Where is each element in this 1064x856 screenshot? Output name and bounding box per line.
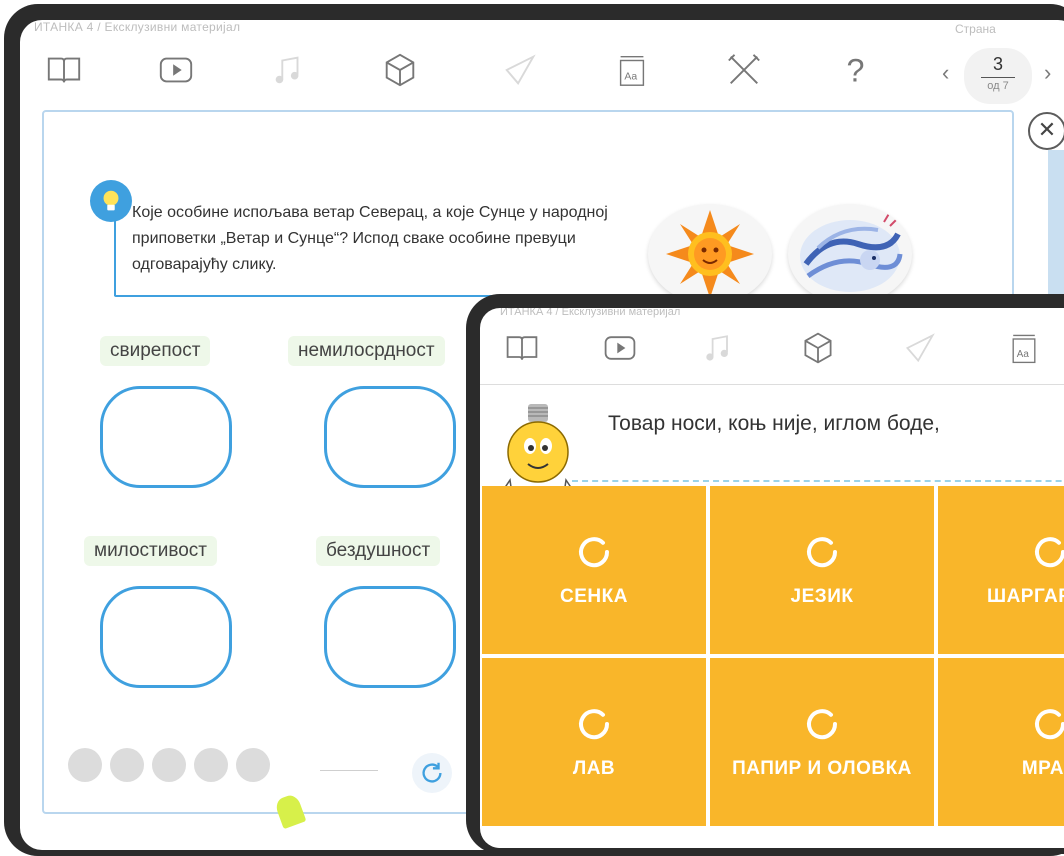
answer-tile[interactable]: СЕНКА: [482, 486, 706, 654]
breadcrumb: ИТАНКА 4 / Ексклузивни материјал: [500, 308, 681, 318]
answer-tile[interactable]: ЛАВ: [482, 658, 706, 826]
word-label[interactable]: милостивост: [84, 536, 218, 566]
refresh-icon: [579, 537, 610, 568]
drop-zone[interactable]: [100, 386, 232, 488]
refresh-icon: [1035, 709, 1064, 740]
page-navigator: ‹ 3 од 7 ›: [942, 48, 1062, 104]
progress-dot: [152, 748, 186, 782]
sun-image[interactable]: [648, 204, 772, 304]
refresh-icon: [807, 537, 838, 568]
refresh-icon: [1035, 537, 1064, 568]
answer-tile[interactable]: МРАВ: [938, 658, 1064, 826]
play-icon[interactable]: [156, 50, 196, 90]
svg-text:Aa: Aa: [624, 72, 637, 83]
progress-dot: [236, 748, 270, 782]
north-wind-image[interactable]: [788, 204, 912, 304]
tools-icon[interactable]: [724, 50, 764, 90]
word-label[interactable]: немилосрдност: [288, 336, 445, 366]
lightbulb-icon: [90, 180, 132, 222]
screen-front: ИТАНКА 4 / Ексклузивни материјал Aa Това…: [480, 308, 1064, 848]
refresh-icon: [579, 709, 610, 740]
instruction-text: Које особине испољава ветар Северац, а к…: [132, 204, 608, 273]
drop-zone[interactable]: [100, 586, 232, 688]
progress-dot: [194, 748, 228, 782]
drop-zone[interactable]: [324, 386, 456, 488]
refresh-icon: [422, 762, 442, 783]
refresh-button[interactable]: [412, 753, 452, 793]
svg-text:Aa: Aa: [1017, 349, 1030, 360]
answer-tile[interactable]: ЈЕЗИК: [710, 486, 934, 654]
text-icon[interactable]: Aa: [612, 50, 652, 90]
drop-zone[interactable]: [324, 586, 456, 688]
geometry-icon: [500, 50, 540, 90]
riddle-text: Товар носи, коњ није, иглом боде,: [608, 412, 940, 435]
help-icon[interactable]: ?: [836, 50, 876, 90]
page-label: Страна: [955, 22, 996, 36]
svg-text:?: ?: [847, 52, 865, 88]
book-icon[interactable]: [502, 328, 542, 368]
page-total: од 7: [987, 80, 1009, 92]
toolbar: Aa ? Страна ‹ 3 од 7 ›: [20, 20, 1064, 110]
cube-icon[interactable]: [798, 328, 838, 368]
close-button[interactable]: ✕: [1028, 112, 1064, 150]
answer-grid: СЕНКА ЈЕЗИК ШАРГАРЕПА ЛАВ ПАПИР И ОЛОВКА…: [482, 486, 1064, 848]
music-icon: [268, 50, 308, 90]
book-icon[interactable]: [44, 50, 84, 90]
cube-icon[interactable]: [380, 50, 420, 90]
prev-page-icon[interactable]: ‹: [942, 60, 949, 86]
play-icon[interactable]: [600, 328, 640, 368]
text-icon[interactable]: Aa: [1004, 328, 1044, 368]
next-page-icon[interactable]: ›: [1044, 60, 1051, 86]
music-icon: [698, 328, 738, 368]
answer-tile[interactable]: ШАРГАРЕПА: [938, 486, 1064, 654]
page-indicator[interactable]: 3 од 7: [964, 48, 1032, 104]
tablet-front: ИТАНКА 4 / Ексклузивни материјал Aa Това…: [466, 294, 1064, 854]
word-label[interactable]: бездушност: [316, 536, 441, 566]
word-label[interactable]: свирепост: [100, 336, 211, 366]
progress-dot: [68, 748, 102, 782]
page-current: 3: [992, 54, 1003, 74]
progress-dot: [110, 748, 144, 782]
geometry-icon: [900, 328, 940, 368]
answer-tile[interactable]: ПАПИР И ОЛОВКА: [710, 658, 934, 826]
refresh-icon: [807, 709, 838, 740]
